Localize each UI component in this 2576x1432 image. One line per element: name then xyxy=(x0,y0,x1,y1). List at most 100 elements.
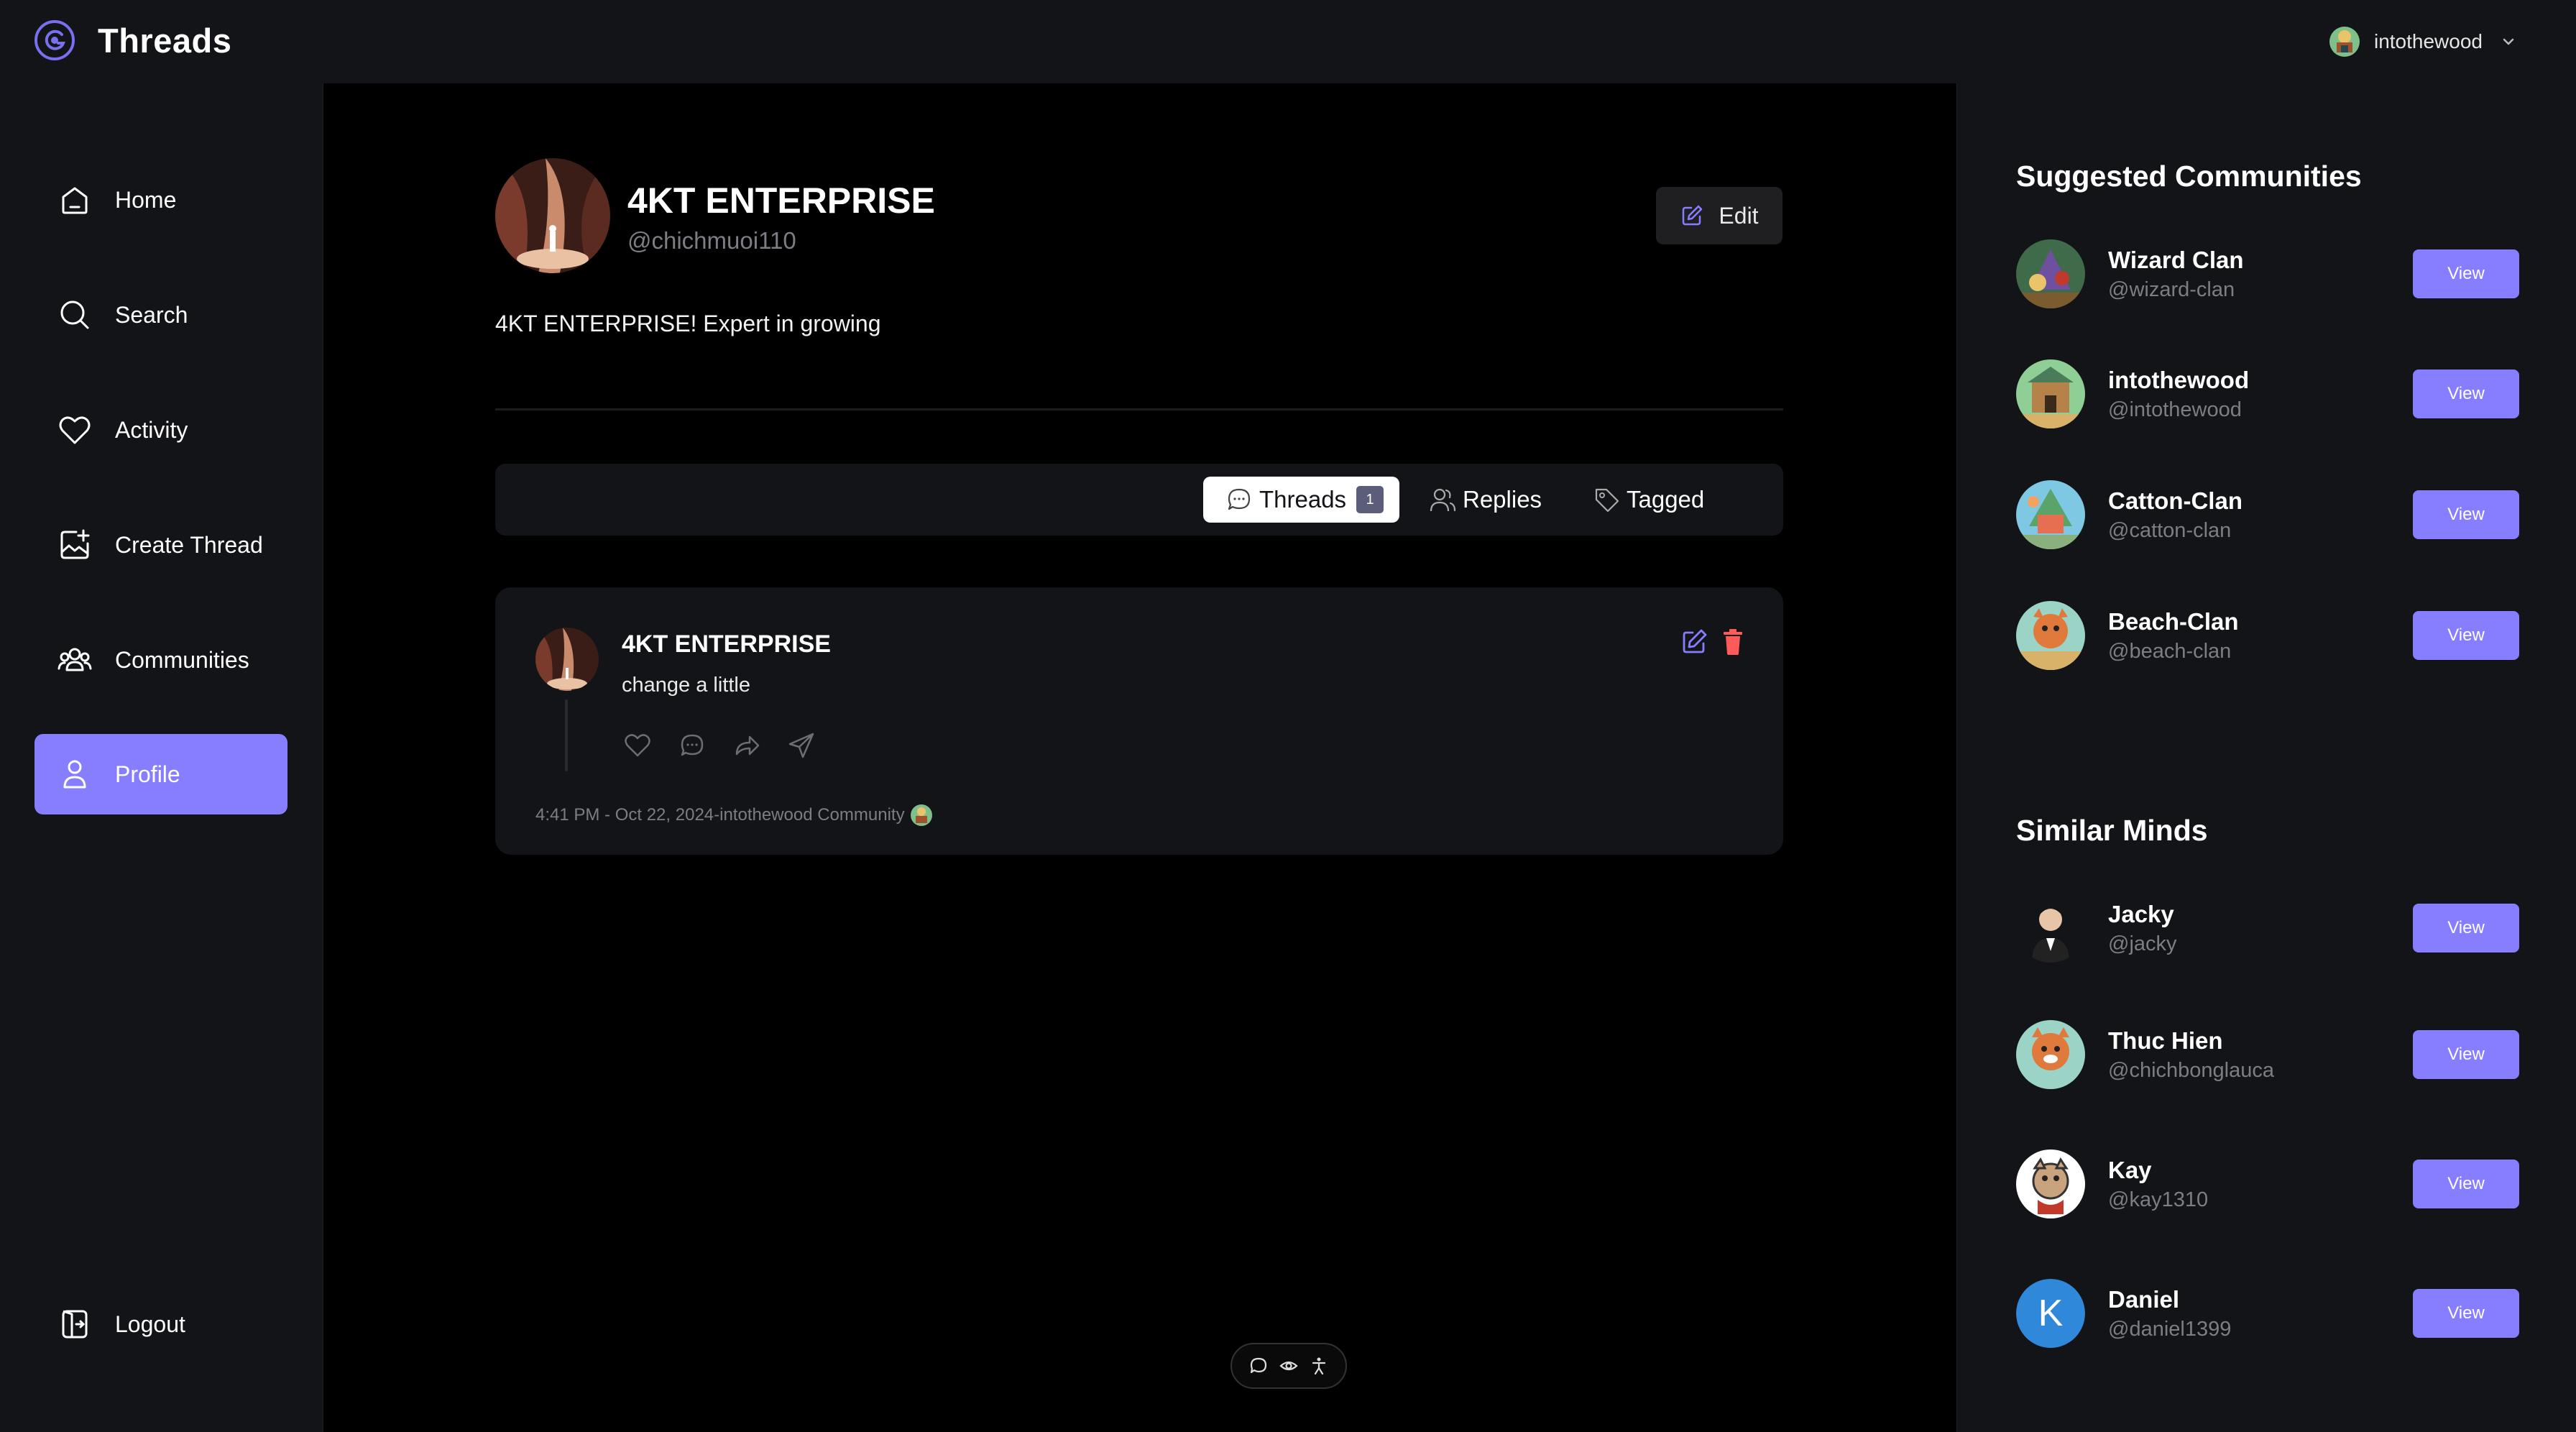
profile-name: 4KT ENTERPRISE xyxy=(627,180,935,221)
user-avatar[interactable]: K xyxy=(2016,1279,2085,1348)
similar-minds-title: Similar Minds xyxy=(2016,814,2208,847)
community-name: Beach-Clan xyxy=(2108,608,2239,635)
community-name: Wizard Clan xyxy=(2108,247,2244,273)
user-name: Thuc Hien xyxy=(2108,1027,2223,1054)
profile-icon xyxy=(63,760,86,789)
user-handle: @chichbonglauca xyxy=(2108,1059,2274,1082)
tab-replies[interactable]: Replies xyxy=(1428,477,1542,523)
tab-label: Replies xyxy=(1463,486,1542,513)
community-avatar[interactable] xyxy=(2016,601,2085,670)
user-avatar xyxy=(2329,27,2360,57)
sidebar-item-communities[interactable]: Communities xyxy=(34,620,288,700)
community-handle: @wizard-clan xyxy=(2108,278,2235,301)
logout-button[interactable]: Logout xyxy=(34,1284,288,1364)
sidebar-item-create-thread[interactable]: Create Thread xyxy=(34,505,288,585)
thread-actions xyxy=(622,730,840,761)
user-handle: @kay1310 xyxy=(2108,1188,2209,1211)
tab-label: Threads xyxy=(1259,486,1347,513)
profile-tabs: Threads 1 Replies Tagged xyxy=(495,464,1783,536)
user-avatar[interactable] xyxy=(2016,894,2085,963)
chevron-down-icon xyxy=(2503,38,2514,45)
letter-avatar: K xyxy=(2016,1279,2085,1348)
search-icon xyxy=(60,300,89,329)
sidebar-item-label: Communities xyxy=(115,646,249,673)
thread-count-badge: 1 xyxy=(1356,486,1384,513)
brand[interactable]: Threads xyxy=(33,19,231,62)
app-title: Threads xyxy=(98,21,232,60)
view-community-button[interactable]: View xyxy=(2413,490,2519,539)
sidebar-item-label: Activity xyxy=(115,416,188,443)
view-community-button[interactable]: View xyxy=(2413,370,2519,418)
sidebar-item-home[interactable]: Home xyxy=(34,160,288,240)
user-row: K Daniel @daniel1399 View xyxy=(2016,1279,2519,1351)
user-name: Daniel xyxy=(2108,1286,2180,1313)
sidebar-item-label: Search xyxy=(115,301,188,328)
thread-author-avatar[interactable] xyxy=(535,628,599,691)
community-avatar[interactable] xyxy=(2016,359,2085,428)
top-bar: Threads intothewood xyxy=(0,0,2576,83)
reply-icon[interactable] xyxy=(676,730,708,761)
comment-icon[interactable] xyxy=(1248,1356,1269,1376)
tab-tagged[interactable]: Tagged xyxy=(1592,477,1704,523)
threads-logo-icon xyxy=(34,20,75,60)
like-heart-icon[interactable] xyxy=(622,730,653,761)
profile-bio: 4KT ENTERPRISE! Expert in growing xyxy=(495,311,881,336)
tab-threads[interactable]: Threads 1 xyxy=(1203,477,1400,523)
user-name: Jacky xyxy=(2108,901,2174,927)
right-sidebar: Suggested Communities Wizard Clan @wizar… xyxy=(1956,83,2576,1432)
chat-bubble-icon xyxy=(1228,488,1251,510)
view-community-button[interactable]: View xyxy=(2413,249,2519,298)
thread-timestamp-community[interactable]: 4:41 PM - Oct 22, 2024-intothewood Commu… xyxy=(535,805,905,825)
home-icon xyxy=(62,187,88,214)
community-mini-avatar xyxy=(910,804,932,826)
current-username: intothewood xyxy=(2373,30,2483,52)
sidebar-item-profile[interactable]: Profile xyxy=(34,734,288,814)
tag-icon xyxy=(1595,488,1619,513)
user-avatar[interactable] xyxy=(2016,1020,2085,1089)
community-row: Beach-Clan @beach-clan View xyxy=(2016,601,2519,673)
floating-toolbar xyxy=(1230,1343,1347,1389)
community-handle: @intothewood xyxy=(2108,398,2242,421)
eye-icon[interactable] xyxy=(1279,1356,1299,1376)
sidebar-item-label: Home xyxy=(115,186,177,213)
user-handle: @daniel1399 xyxy=(2108,1318,2232,1341)
share-icon[interactable] xyxy=(786,730,817,761)
view-user-button[interactable]: View xyxy=(2413,1160,2519,1208)
community-row: intothewood @intothewood View xyxy=(2016,359,2519,431)
logout-label: Logout xyxy=(115,1311,185,1337)
members-icon xyxy=(1430,488,1456,512)
thread-connector-line xyxy=(565,699,568,771)
user-handle: @jacky xyxy=(2108,932,2177,955)
view-user-button[interactable]: View xyxy=(2413,904,2519,953)
community-name: intothewood xyxy=(2108,367,2250,393)
view-user-button[interactable]: View xyxy=(2413,1289,2519,1338)
community-avatar[interactable] xyxy=(2016,480,2085,549)
edit-thread-icon[interactable] xyxy=(1680,628,1708,656)
sidebar-item-activity[interactable]: Activity xyxy=(34,390,288,470)
sidebar-item-search[interactable]: Search xyxy=(34,275,288,355)
profile-avatar xyxy=(495,158,610,273)
edit-profile-button[interactable]: Edit xyxy=(1656,187,1782,244)
community-avatar[interactable] xyxy=(2016,239,2085,308)
tab-label: Tagged xyxy=(1627,486,1705,513)
thread-content: change a little xyxy=(622,674,750,697)
delete-thread-icon[interactable] xyxy=(1720,628,1746,656)
community-handle: @catton-clan xyxy=(2108,519,2232,542)
user-row: Jacky @jacky View xyxy=(2016,894,2519,965)
community-row: Catton-Clan @catton-clan View xyxy=(2016,480,2519,552)
user-avatar[interactable] xyxy=(2016,1149,2085,1218)
create-thread-icon xyxy=(60,529,90,559)
left-sidebar: Home Search Activity Create Thread Commu… xyxy=(0,83,323,1432)
thread-card: 4KT ENTERPRISE change a little 4:41 PM -… xyxy=(495,587,1783,855)
view-community-button[interactable]: View xyxy=(2413,611,2519,660)
sidebar-item-label: Create Thread xyxy=(115,531,263,558)
account-switcher[interactable]: intothewood xyxy=(2329,23,2518,60)
community-handle: @beach-clan xyxy=(2108,640,2232,663)
divider xyxy=(495,408,1783,410)
view-user-button[interactable]: View xyxy=(2413,1030,2519,1079)
repost-icon[interactable] xyxy=(731,730,763,761)
suggested-communities-title: Suggested Communities xyxy=(2016,160,2362,193)
profile-handle: @chichmuoi110 xyxy=(627,227,796,254)
accessibility-icon[interactable] xyxy=(1309,1356,1329,1376)
thread-author-name[interactable]: 4KT ENTERPRISE xyxy=(622,630,831,658)
